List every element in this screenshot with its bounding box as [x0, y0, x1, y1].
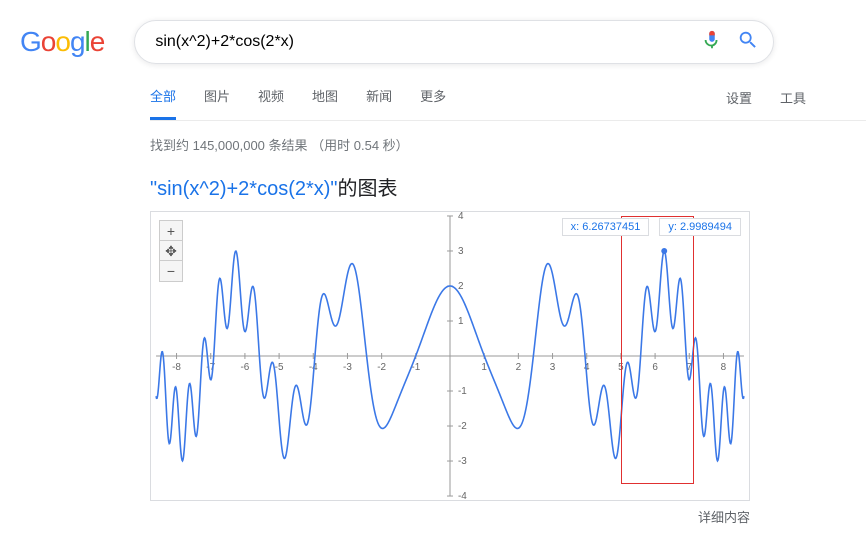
- zoom-controls: + ✥ −: [159, 220, 183, 282]
- svg-text:-3: -3: [458, 456, 467, 467]
- svg-text:-1: -1: [458, 386, 467, 397]
- tab-videos[interactable]: 视频: [258, 86, 284, 120]
- svg-text:-6: -6: [240, 362, 249, 373]
- search-input[interactable]: [155, 33, 701, 51]
- svg-text:5: 5: [618, 362, 624, 373]
- zoom-out-button[interactable]: −: [160, 261, 182, 281]
- svg-text:-8: -8: [172, 362, 181, 373]
- svg-text:-3: -3: [343, 362, 352, 373]
- tools-link[interactable]: 工具: [780, 88, 806, 119]
- settings-link[interactable]: 设置: [726, 88, 752, 119]
- svg-text:3: 3: [458, 246, 464, 257]
- svg-text:2: 2: [516, 362, 522, 373]
- function-plot: -8-7-6-5-4-3-2-112345678-4-3-2-11234: [151, 212, 749, 500]
- svg-text:3: 3: [550, 362, 556, 373]
- svg-text:-5: -5: [275, 362, 284, 373]
- coord-readout: x: 6.26737451 y: 2.9989494: [562, 218, 741, 236]
- tab-more[interactable]: 更多: [420, 86, 446, 120]
- tab-all[interactable]: 全部: [150, 86, 176, 120]
- svg-text:6: 6: [652, 362, 658, 373]
- coord-y: y: 2.9989494: [659, 218, 741, 236]
- zoom-in-button[interactable]: +: [160, 221, 182, 241]
- chart-title: "sin(x^2)+2*cos(2*x)"的图表: [150, 172, 866, 201]
- svg-text:1: 1: [458, 316, 464, 327]
- pan-button[interactable]: ✥: [160, 241, 182, 261]
- search-box[interactable]: [134, 20, 774, 64]
- tabs-row: 全部 图片 视频 地图 新闻 更多 设置 工具: [150, 86, 866, 121]
- svg-text:8: 8: [721, 362, 727, 373]
- chart-area[interactable]: + ✥ − x: 6.26737451 y: 2.9989494 -8-7-6-…: [150, 211, 750, 501]
- tab-news[interactable]: 新闻: [366, 86, 392, 120]
- result-stats: 找到约 145,000,000 条结果 （用时 0.54 秒）: [150, 135, 866, 154]
- svg-text:4: 4: [458, 212, 464, 222]
- svg-text:-4: -4: [458, 491, 467, 500]
- tab-maps[interactable]: 地图: [312, 86, 338, 120]
- svg-text:2: 2: [458, 281, 464, 292]
- search-icon[interactable]: [737, 29, 759, 56]
- coord-x: x: 6.26737451: [562, 218, 650, 236]
- google-logo[interactable]: Google: [20, 26, 104, 58]
- details-link[interactable]: 详细内容: [150, 507, 750, 526]
- svg-text:-2: -2: [377, 362, 386, 373]
- microphone-icon[interactable]: [701, 29, 723, 56]
- svg-text:-2: -2: [458, 421, 467, 432]
- tab-images[interactable]: 图片: [204, 86, 230, 120]
